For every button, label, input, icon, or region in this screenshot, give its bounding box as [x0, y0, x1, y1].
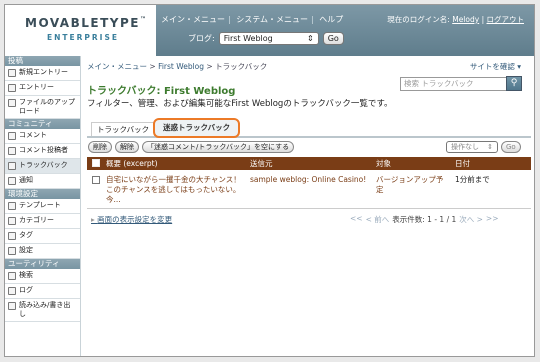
logo-trademark: ™ [139, 16, 148, 23]
more-actions: 操作なし ⇕ Go [446, 141, 521, 153]
sidebar-item-log[interactable]: ログ [5, 284, 80, 299]
sidebar-section-utilities: ユーティリティ [5, 259, 80, 269]
pager-last[interactable]: >> [486, 214, 499, 225]
sidebar-item-notifications[interactable]: 通知 [5, 174, 80, 189]
sidebar-item-new-entry[interactable]: 新規エントリー [5, 66, 80, 81]
header: MOVABLETYPE™ ENTERPRISE メイン・メニュー | システム・メ… [5, 5, 534, 56]
log-icon [8, 287, 16, 295]
row-date: 1分前まで [455, 175, 490, 184]
breadcrumb-blog[interactable]: First Weblog [158, 62, 204, 71]
empty-junk-button[interactable]: 「迷惑コメント/トラックバック」を空にする [142, 141, 295, 153]
mail-icon [8, 177, 16, 185]
sidebar-item-import-export[interactable]: 読み込み/書き出し [5, 299, 80, 322]
logo[interactable]: MOVABLETYPE™ ENTERPRISE [5, 5, 156, 56]
row-checkbox[interactable] [92, 176, 100, 184]
sidebar-section-community: コミュニティ [5, 119, 80, 129]
tag-icon [8, 232, 16, 240]
delete-button[interactable]: 削除 [88, 141, 112, 153]
col-source[interactable]: 送信元 [250, 158, 273, 169]
search-input[interactable]: 検索 トラックバック [400, 77, 511, 91]
view-site-link[interactable]: サイトを確認 ▾ [470, 61, 521, 72]
pager-count: 表示件数: 1 - 1 / 1 [392, 215, 457, 224]
page-title: トラックバック: First Weblog [87, 86, 236, 97]
upload-icon [8, 99, 16, 107]
tab-junk-trackbacks[interactable]: 迷惑トラックバック [153, 118, 241, 138]
category-icon [8, 217, 16, 225]
tab-bar: トラックバック 迷惑トラックバック [87, 118, 531, 138]
pagination: << < 前へ 表示件数: 1 - 1 / 1 次へ > >> [350, 214, 499, 225]
pager-next[interactable]: 次へ > [459, 214, 483, 225]
page-description: フィルター、管理、および編集可能なFirst Weblogのトラックバック一覧で… [87, 99, 393, 109]
select-arrows-icon: ⇕ [487, 142, 493, 151]
entries-icon [8, 84, 16, 92]
logo-text: MOVABLETYPE [25, 16, 140, 30]
select-all-checkbox[interactable] [92, 159, 100, 167]
logout-link[interactable]: ログアウト [487, 15, 525, 24]
pager-first[interactable]: << [350, 214, 363, 225]
main-content: メイン・メニュー > First Weblog > トラックバック サイトを確認… [85, 56, 534, 356]
table-row: 自宅にいながら一攫千金の大チャンス！ このチャンスを逃してはもったいない。 今.… [87, 170, 531, 209]
sidebar-section-create: 投稿 [5, 56, 80, 66]
more-actions-select[interactable]: 操作なし ⇕ [446, 141, 498, 153]
sidebar-item-search[interactable]: 検索 [5, 269, 80, 284]
pager-prev[interactable]: < 前へ [366, 214, 390, 225]
sidebar-item-commenters[interactable]: コメント投稿者 [5, 144, 80, 159]
action-bar: 削除 解除 「迷惑コメント/トラックバック」を空にする [88, 141, 295, 153]
sidebar-item-categories[interactable]: カテゴリー [5, 214, 80, 229]
import-export-icon [8, 302, 16, 310]
new-entry-icon [8, 69, 16, 77]
sidebar-item-comments[interactable]: コメント [5, 129, 80, 144]
breadcrumb-main-menu[interactable]: メイン・メニュー [87, 62, 147, 71]
login-user-link[interactable]: Melody [452, 15, 479, 24]
nav-main-menu[interactable]: メイン・メニュー [161, 15, 225, 24]
trackback-icon [8, 162, 16, 170]
blog-selector: ブログ: First Weblog ⇕ Go [188, 32, 344, 45]
search-button[interactable]: ⚲ [506, 76, 522, 91]
blog-select[interactable]: First Weblog ⇕ [218, 32, 319, 45]
comment-icon [8, 132, 16, 140]
sidebar-item-upload[interactable]: ファイルのアップロード [5, 96, 80, 119]
table-header: 概要 (excerpt) 送信元 対象 日付 [87, 157, 531, 170]
trackback-table: 概要 (excerpt) 送信元 対象 日付 自宅にいながら一攫千金の大チャンス… [87, 157, 531, 209]
col-excerpt[interactable]: 概要 (excerpt) [106, 158, 158, 169]
blog-label: ブログ: [188, 34, 215, 43]
commenter-icon [8, 147, 16, 155]
top-nav: メイン・メニュー | システム・メニュー | ヘルプ [161, 15, 344, 24]
login-label: 現在のログイン名: [387, 15, 450, 24]
sidebar-item-trackbacks[interactable]: トラックバック [5, 159, 80, 174]
col-date[interactable]: 日付 [455, 158, 470, 169]
blog-go-button[interactable]: Go [322, 32, 344, 45]
logo-subtitle: ENTERPRISE [47, 33, 120, 42]
template-icon [8, 202, 16, 210]
sidebar-item-entries[interactable]: エントリー [5, 81, 80, 96]
breadcrumb: メイン・メニュー > First Weblog > トラックバック [87, 62, 268, 71]
row-excerpt[interactable]: 自宅にいながら一攫千金の大チャンス！ このチャンスを逃してはもったいない。 今.… [106, 175, 244, 205]
nav-help[interactable]: ヘルプ [319, 15, 343, 24]
settings-icon [8, 247, 16, 255]
not-junk-button[interactable]: 解除 [115, 141, 139, 153]
user-nav: 現在のログイン名: Melody | ログアウト [387, 15, 525, 24]
row-source[interactable]: sample weblog: Online Casino! [250, 175, 370, 185]
app-window: MOVABLETYPE™ ENTERPRISE メイン・メニュー | システム・メ… [4, 4, 535, 357]
nav-system-menu[interactable]: システム・メニュー [236, 15, 308, 24]
chevron-down-icon: ▾ [517, 62, 521, 71]
search-icon: ⚲ [510, 78, 518, 88]
more-actions-go-button[interactable]: Go [501, 141, 521, 153]
tab-trackbacks[interactable]: トラックバック [91, 122, 156, 136]
sidebar: 投稿 新規エントリー エントリー ファイルのアップロード コミュニティ コメント… [5, 56, 81, 356]
breadcrumb-current: トラックバック [215, 62, 268, 71]
row-target[interactable]: バージョンアップ予定 [376, 175, 450, 195]
sidebar-item-tags[interactable]: タグ [5, 229, 80, 244]
col-target[interactable]: 対象 [376, 158, 391, 169]
display-options-link[interactable]: 画面の表示設定を変更 [91, 214, 172, 225]
sidebar-section-configure: 環境設定 [5, 189, 80, 199]
sidebar-item-templates[interactable]: テンプレート [5, 199, 80, 214]
search-icon [8, 272, 16, 280]
sidebar-item-settings[interactable]: 設定 [5, 244, 80, 259]
select-arrows-icon: ⇕ [307, 34, 314, 43]
